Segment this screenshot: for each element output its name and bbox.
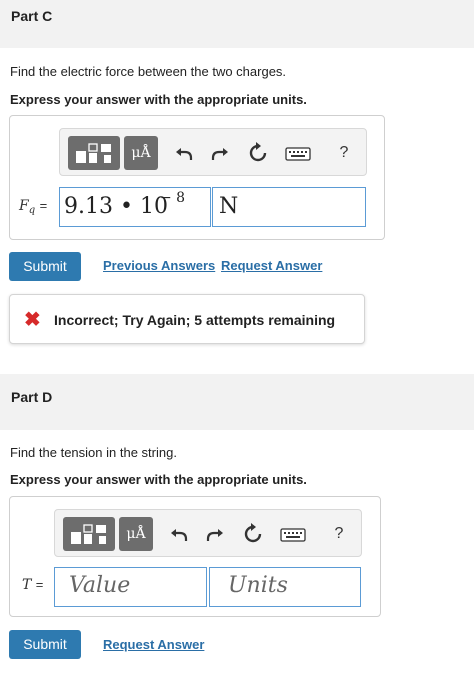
reset-icon[interactable] bbox=[246, 141, 270, 165]
variable-symbol: F bbox=[19, 198, 29, 214]
help-button[interactable]: ? bbox=[332, 141, 356, 165]
equals-sign: = bbox=[39, 198, 48, 213]
templates-button[interactable] bbox=[68, 136, 120, 170]
redo-icon[interactable] bbox=[203, 522, 227, 546]
value-placeholder: Value bbox=[69, 573, 131, 598]
part-c-toolbar: μÅ ? bbox=[59, 128, 367, 176]
part-c-variable-label: Fq = bbox=[19, 198, 47, 216]
part-c-submit-button[interactable]: Submit bbox=[9, 252, 81, 281]
templates-icon bbox=[71, 524, 106, 544]
part-d-answer-box: μÅ ? T = Value Units bbox=[9, 496, 381, 617]
part-c-answer-box: μÅ ? Fq = 9.13 • 10 − 8 N bbox=[9, 115, 385, 240]
part-c-header: Part C bbox=[0, 0, 474, 48]
part-c-units-field[interactable]: N bbox=[212, 187, 366, 227]
reset-icon[interactable] bbox=[241, 522, 265, 546]
part-c-value-field[interactable]: 9.13 • 10 − 8 bbox=[59, 187, 211, 227]
part-d-request-answer-link[interactable]: Request Answer bbox=[103, 637, 204, 652]
part-c-instruction: Express your answer with the appropriate… bbox=[10, 92, 307, 107]
equals-sign: = bbox=[35, 577, 44, 592]
value-mantissa: 9.13 • 10 bbox=[64, 194, 168, 219]
part-d-title: Part D bbox=[11, 389, 53, 405]
part-d-header: Part D bbox=[0, 374, 474, 430]
units-placeholder: Units bbox=[228, 573, 288, 598]
help-button[interactable]: ? bbox=[327, 522, 351, 546]
part-d-value-field[interactable]: Value bbox=[54, 567, 207, 607]
x-icon: ✖ bbox=[24, 309, 41, 331]
part-c-prompt: Find the electric force between the two … bbox=[10, 64, 287, 79]
variable-subscript: q bbox=[28, 205, 36, 216]
redo-icon[interactable] bbox=[208, 141, 232, 165]
previous-answers-link[interactable]: Previous Answers bbox=[103, 258, 215, 273]
feedback-message: Incorrect; Try Again; 5 attempts remaini… bbox=[54, 312, 336, 328]
units-button[interactable]: μÅ bbox=[124, 136, 158, 170]
units-button[interactable]: μÅ bbox=[119, 517, 153, 551]
part-c-request-answer-link[interactable]: Request Answer bbox=[221, 258, 322, 273]
undo-icon[interactable] bbox=[172, 141, 196, 165]
value-exponent: − 8 bbox=[160, 190, 186, 206]
feedback-box: ✖ Incorrect; Try Again; 5 attempts remai… bbox=[9, 294, 365, 344]
keyboard-icon[interactable] bbox=[279, 522, 307, 546]
part-d-instruction: Express your answer with the appropriate… bbox=[10, 472, 307, 487]
templates-button[interactable] bbox=[63, 517, 115, 551]
units-value: N bbox=[219, 194, 239, 219]
keyboard-icon[interactable] bbox=[284, 141, 312, 165]
undo-icon[interactable] bbox=[167, 522, 191, 546]
templates-icon bbox=[76, 143, 111, 163]
part-d-variable-label: T = bbox=[22, 577, 43, 593]
part-d-prompt: Find the tension in the string. bbox=[10, 445, 177, 460]
part-d-submit-button[interactable]: Submit bbox=[9, 630, 81, 659]
part-c-title: Part C bbox=[11, 8, 53, 24]
variable-symbol: T bbox=[22, 577, 32, 593]
part-d-toolbar: μÅ ? bbox=[54, 509, 362, 557]
part-d-units-field[interactable]: Units bbox=[209, 567, 361, 607]
